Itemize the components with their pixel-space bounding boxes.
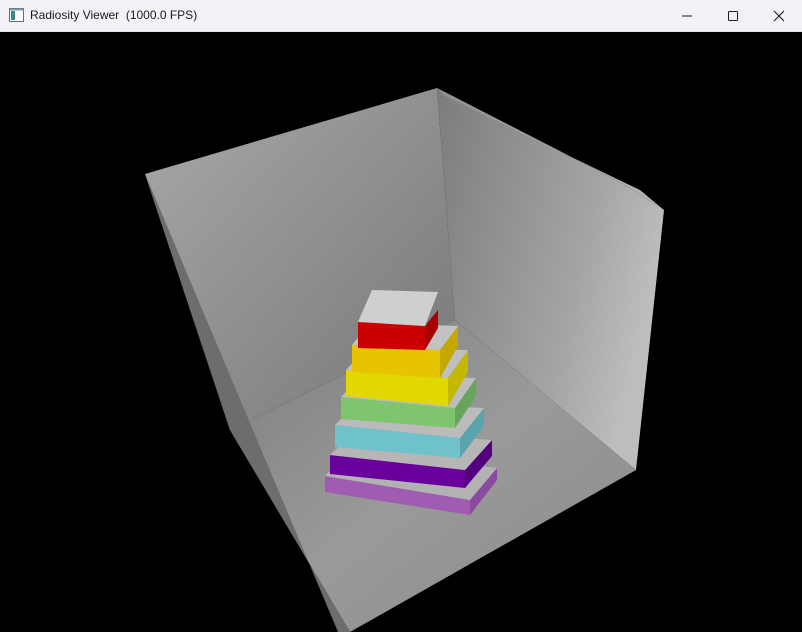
- maximize-button[interactable]: [710, 0, 756, 31]
- minimize-icon: [682, 15, 692, 16]
- minimize-button[interactable]: [664, 0, 710, 31]
- maximize-icon: [728, 10, 738, 21]
- render-viewport[interactable]: [0, 32, 802, 632]
- app-window: Radiosity Viewer (1000.0 FPS): [0, 0, 802, 632]
- title-bar[interactable]: Radiosity Viewer (1000.0 FPS): [0, 0, 802, 32]
- window-title: Radiosity Viewer (1000.0 FPS): [30, 8, 198, 22]
- close-button[interactable]: [756, 0, 802, 31]
- app-window-icon: [9, 8, 24, 22]
- close-icon: [773, 10, 785, 21]
